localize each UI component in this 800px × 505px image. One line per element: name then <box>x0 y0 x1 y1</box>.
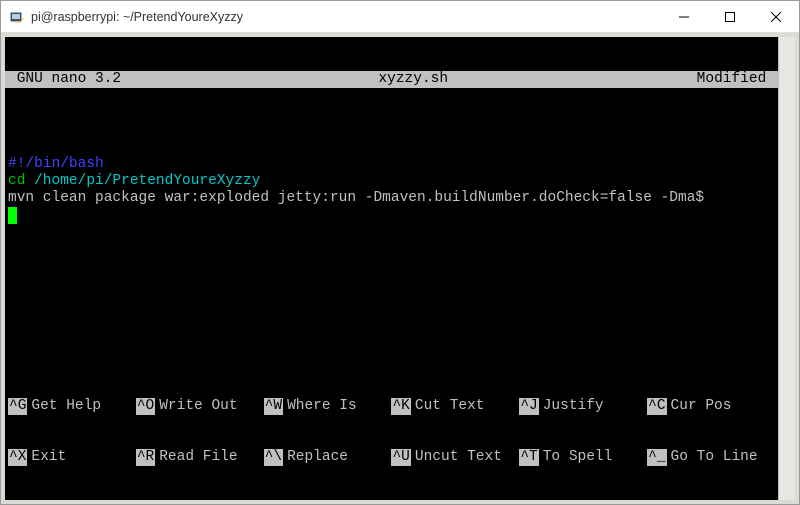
mvn-command-line: mvn clean package war:exploded jetty:run… <box>8 190 704 206</box>
vertical-scrollbar[interactable] <box>778 37 795 500</box>
shortcut-go-to-line[interactable]: ^_Go To Line <box>647 449 775 466</box>
shortcut-cut-text[interactable]: ^KCut Text <box>391 398 519 415</box>
nano-version: GNU nano 3.2 <box>8 71 130 88</box>
client-area: GNU nano 3.2 xyzzy.sh Modified #!/bin/ba… <box>1 33 799 504</box>
nano-filename: xyzzy.sh <box>130 71 697 88</box>
shortcut-uncut-text[interactable]: ^UUncut Text <box>391 449 519 466</box>
cd-path: /home/pi/PretendYoureXyzzy <box>25 173 260 189</box>
shortcut-cur-pos[interactable]: ^CCur Pos <box>647 398 775 415</box>
shortcut-justify[interactable]: ^JJustify <box>519 398 647 415</box>
window-title: pi@raspberrypi: ~/PretendYoureXyzzy <box>31 10 661 24</box>
window-controls <box>661 1 799 32</box>
editor-viewport[interactable]: #!/bin/bashcd /home/pi/PretendYoureXyzzy… <box>5 122 778 258</box>
shebang-line: #!/bin/bash <box>8 156 104 172</box>
shortcut-row-1: ^GGet Help ^OWrite Out ^WWhere Is ^KCut … <box>8 398 775 415</box>
cd-command: cd <box>8 173 25 189</box>
terminal[interactable]: GNU nano 3.2 xyzzy.sh Modified #!/bin/ba… <box>5 37 778 500</box>
shortcut-replace[interactable]: ^\Replace <box>264 449 392 466</box>
titlebar[interactable]: pi@raspberrypi: ~/PretendYoureXyzzy <box>1 1 799 33</box>
putty-icon <box>9 9 25 25</box>
terminal-wrapper: GNU nano 3.2 xyzzy.sh Modified #!/bin/ba… <box>5 37 795 500</box>
app-window: pi@raspberrypi: ~/PretendYoureXyzzy GNU … <box>0 0 800 505</box>
close-button[interactable] <box>753 1 799 32</box>
text-cursor <box>8 207 17 224</box>
nano-shortcut-bar: ^GGet Help ^OWrite Out ^WWhere Is ^KCut … <box>5 364 778 500</box>
maximize-button[interactable] <box>707 1 753 32</box>
scrollbar-track[interactable] <box>779 37 795 500</box>
shortcut-write-out[interactable]: ^OWrite Out <box>136 398 264 415</box>
shortcut-get-help[interactable]: ^GGet Help <box>8 398 136 415</box>
shortcut-read-file[interactable]: ^RRead File <box>136 449 264 466</box>
shortcut-to-spell[interactable]: ^TTo Spell <box>519 449 647 466</box>
shortcut-exit[interactable]: ^XExit <box>8 449 136 466</box>
shortcut-where-is[interactable]: ^WWhere Is <box>264 398 392 415</box>
nano-title-bar: GNU nano 3.2 xyzzy.sh Modified <box>5 71 778 88</box>
minimize-button[interactable] <box>661 1 707 32</box>
nano-modified-indicator: Modified <box>697 71 775 88</box>
shortcut-row-2: ^XExit ^RRead File ^\Replace ^UUncut Tex… <box>8 449 775 466</box>
